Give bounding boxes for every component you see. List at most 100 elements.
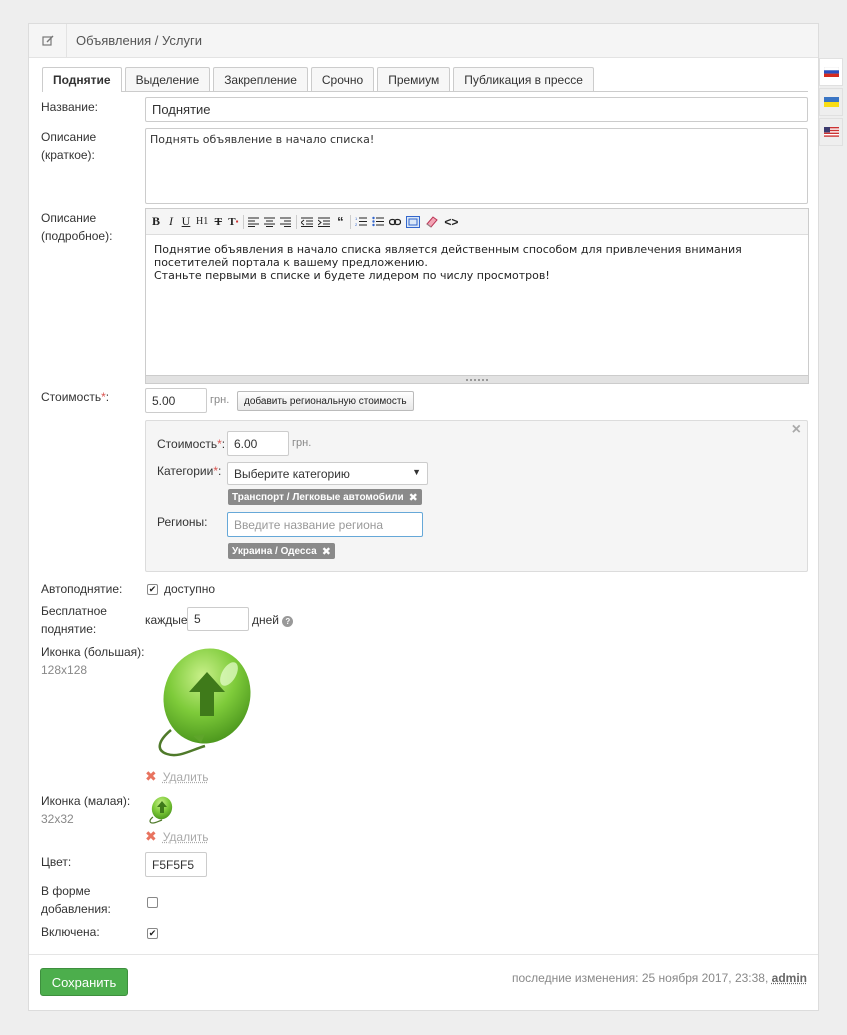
help-icon[interactable]: ? [282, 616, 294, 627]
ua-flag-icon[interactable] [819, 88, 843, 116]
page-title: Объявления / Услуги [76, 33, 203, 48]
icon-small-size: 32x32 [41, 812, 74, 826]
heading-button[interactable]: H1 [196, 214, 208, 230]
delete-icon: ✖ [145, 828, 157, 844]
wysiwyg-editor: B I U H1 T T ▪ “ 12 <> Поднятие объявлени… [145, 208, 809, 384]
clear-format-button[interactable]: T ▪ [228, 214, 238, 230]
regional-price-label: Стоимость*: [157, 437, 225, 451]
tab-highlight[interactable]: Выделение [124, 67, 211, 91]
short-desc-textarea[interactable]: Поднять объявление в начало списка! [145, 128, 808, 204]
service-tabs: Поднятие Выделение Закрепление Срочно Пр… [42, 67, 808, 92]
price-label-text: Стоимость [41, 390, 102, 404]
enabled-checkbox[interactable]: ✔ [147, 928, 158, 939]
name-input[interactable]: Поднятие [145, 97, 808, 122]
region-tag-label: Украина / Одесса [232, 545, 317, 557]
free-days-input[interactable]: 5 [187, 607, 249, 631]
free-raise-label: Бесплатное поднятие: [41, 602, 107, 638]
editor-toolbar: B I U H1 T T ▪ “ 12 <> [146, 209, 808, 235]
eraser-icon[interactable] [425, 214, 439, 230]
full-desc-label: Описание (подробное): [41, 209, 112, 245]
blockquote-button[interactable]: “ [335, 214, 345, 230]
icon-big-label: Иконка (большая): 128x128 [41, 643, 145, 679]
tab-premium[interactable]: Премиум [377, 67, 451, 91]
editor-paragraph-2: Станьте первыми в списке и будете лидеро… [154, 269, 550, 282]
us-flag-icon[interactable] [819, 118, 843, 146]
color-label: Цвет: [41, 855, 72, 869]
link-icon[interactable] [389, 214, 402, 230]
toolbar-separator [296, 214, 298, 229]
footer-divider [29, 954, 818, 955]
tab-press[interactable]: Публикация в прессе [453, 67, 594, 91]
source-code-button[interactable]: <> [444, 214, 458, 230]
regional-price-colon: : [221, 437, 226, 451]
align-right-icon[interactable] [280, 214, 292, 230]
free-raise-label-line2: поднятие: [41, 622, 97, 636]
delete-big-icon-button[interactable]: ✖ Удалить [145, 768, 209, 785]
icon-big-label-text: Иконка (большая): [41, 645, 145, 659]
category-label-text: Категории [157, 464, 214, 478]
regional-price-label-text: Стоимость [157, 437, 218, 451]
fullscreen-icon[interactable] [406, 214, 421, 230]
free-days-label: дней ? [252, 613, 294, 627]
price-label-colon: : [105, 390, 110, 404]
in-add-form-label: В форме добавления: [41, 882, 111, 918]
regional-currency-label: грн. [292, 437, 312, 449]
tab-pin[interactable]: Закрепление [213, 67, 308, 91]
category-select[interactable]: Выберите категорию ▼ [227, 462, 428, 485]
italic-button[interactable]: I [166, 214, 176, 230]
save-button[interactable]: Сохранить [40, 968, 128, 996]
unordered-list-icon[interactable] [372, 214, 385, 230]
autoraise-checkbox[interactable]: ✔ [147, 584, 158, 595]
bold-button[interactable]: B [151, 214, 161, 230]
align-left-icon[interactable] [248, 214, 260, 230]
in-add-form-checkbox[interactable] [147, 897, 158, 908]
region-search-input[interactable]: Введите название региона [227, 512, 423, 537]
short-desc-label-line2: (краткое): [41, 148, 95, 162]
toolbar-separator [243, 214, 245, 229]
short-desc-label-line1: Описание [41, 130, 97, 144]
regions-label: Регионы: [157, 515, 208, 529]
price-input[interactable]: 5.00 [145, 388, 207, 413]
free-days-text: дней [252, 613, 280, 627]
regional-price-box: × Стоимость*: 6.00 грн. Категории*: Выбе… [145, 420, 808, 572]
add-regional-price-button[interactable]: добавить региональную стоимость [237, 391, 414, 411]
category-select-value: Выберите категорию [234, 466, 350, 481]
panel-header: Объявления / Услуги [29, 23, 818, 58]
delete-icon: ✖ [145, 768, 157, 784]
close-icon[interactable]: × [792, 421, 801, 439]
ru-flag-icon[interactable] [819, 58, 843, 86]
remove-tag-icon[interactable]: ✖ [322, 545, 331, 558]
last-modified-user[interactable]: admin [772, 971, 807, 985]
ordered-list-icon[interactable]: 12 [355, 214, 368, 230]
category-tag: Транспорт / Легковые автомобили ✖ [228, 489, 422, 505]
in-add-form-label-line1: В форме [41, 884, 91, 898]
svg-text:2: 2 [355, 222, 358, 227]
remove-tag-icon[interactable]: ✖ [409, 491, 418, 504]
category-colon: : [217, 464, 222, 478]
free-raise-label-line1: Бесплатное [41, 604, 107, 618]
currency-label: грн. [210, 394, 230, 406]
underline-button[interactable]: U [181, 214, 191, 230]
regional-price-input[interactable]: 6.00 [227, 431, 289, 456]
chevron-down-icon: ▼ [412, 467, 421, 477]
category-tag-label: Транспорт / Легковые автомобили [232, 491, 404, 503]
tab-urgent[interactable]: Срочно [310, 67, 375, 91]
edit-icon [29, 23, 67, 58]
indent-icon[interactable] [318, 214, 331, 230]
tab-raise[interactable]: Поднятие [42, 67, 122, 92]
color-input[interactable]: F5F5F5 [145, 852, 207, 877]
name-label: Название: [41, 100, 98, 114]
delete-big-label: Удалить [162, 769, 209, 784]
main-panel: Объявления / Услуги Поднятие Выделение З… [28, 23, 819, 1011]
delete-small-icon-button[interactable]: ✖ Удалить [145, 828, 209, 845]
autoraise-label: Автоподнятие: [41, 582, 123, 596]
short-desc-label: Описание (краткое): [41, 128, 96, 164]
editor-resize-handle[interactable] [146, 375, 808, 383]
editor-content[interactable]: Поднятие объявления в начало списка явля… [146, 235, 808, 290]
outdent-icon[interactable] [301, 214, 314, 230]
language-switcher [819, 58, 843, 148]
align-center-icon[interactable] [264, 214, 276, 230]
strike-button[interactable]: T [213, 214, 223, 230]
svg-text:1: 1 [355, 216, 358, 221]
last-modified: последние изменения: 25 ноября 2017, 23:… [512, 971, 807, 985]
